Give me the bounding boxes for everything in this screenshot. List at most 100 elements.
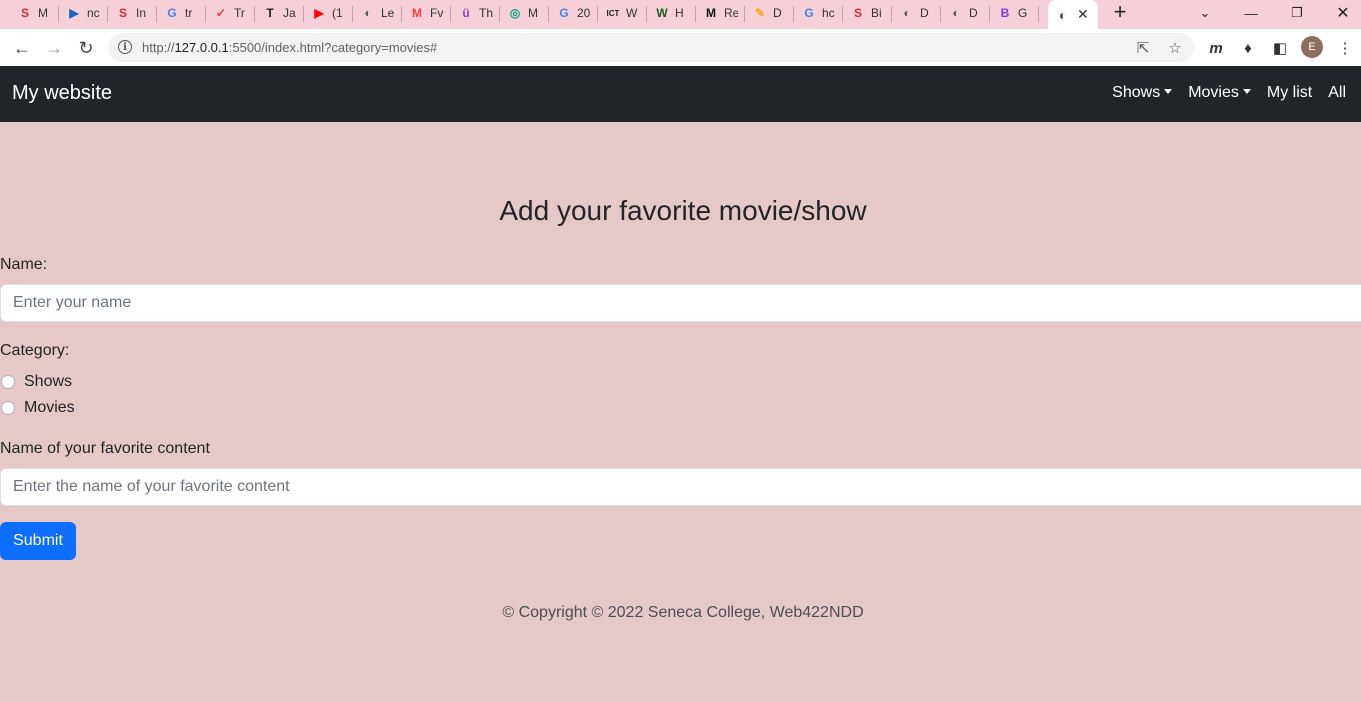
reload-icon[interactable]: ↻: [74, 36, 98, 60]
address-bar[interactable]: i http://127.0.0.1:5500/index.html?categ…: [108, 33, 1194, 62]
browser-tab[interactable]: ICT W: [598, 0, 647, 26]
nav-links: Shows Movies My list All: [1112, 84, 1346, 102]
site-info-icon[interactable]: i: [118, 40, 132, 54]
tab-title: (1: [332, 6, 343, 20]
browser-tab[interactable]: G 20: [549, 0, 598, 26]
tab-title: hc: [822, 6, 835, 20]
nav-movies-dropdown[interactable]: Movies: [1188, 84, 1251, 102]
tab-title: D: [920, 6, 929, 20]
tab-favicon-icon: T: [266, 6, 274, 20]
browser-toolbar: ← → ↻ i http://127.0.0.1:5500/index.html…: [0, 29, 1361, 66]
tab-favicon-icon: ✓: [215, 6, 227, 20]
browser-tab[interactable]: ▶ (1: [304, 0, 353, 26]
browser-tab[interactable]: WH: [647, 0, 696, 26]
browser-tab[interactable]: M Fv: [402, 0, 451, 26]
tab-favicon-icon: S: [118, 6, 127, 20]
close-tab-icon[interactable]: ✕: [1077, 6, 1089, 23]
tab-title: W: [626, 6, 638, 20]
tab-title: Re: [724, 6, 738, 20]
browser-tab[interactable]: ✓ Tr: [206, 0, 255, 26]
tab-title: Fv: [430, 6, 444, 20]
browser-tab[interactable]: ▶ nc: [59, 0, 108, 26]
globe-icon: ◐: [1058, 6, 1068, 23]
movies-radio-label[interactable]: Movies: [24, 399, 75, 417]
tab-title: nc: [87, 6, 100, 20]
tab-favicon-icon: M: [412, 6, 422, 20]
tab-title: In: [136, 6, 147, 20]
tab-favicon-icon: S: [853, 6, 862, 20]
tab-title: D: [969, 6, 978, 20]
tab-title: Th: [479, 6, 493, 20]
tab-favicon-icon: ◎: [509, 6, 521, 20]
tab-favicon-icon: W: [656, 6, 668, 20]
site-brand[interactable]: My website: [12, 82, 112, 105]
category-option-shows[interactable]: Shows: [0, 373, 72, 391]
tab-favicon-icon: G: [167, 6, 177, 20]
tab-favicon-icon: ▶: [69, 6, 79, 20]
browser-tab[interactable]: ü Th: [451, 0, 500, 26]
category-option-movies[interactable]: Movies: [0, 399, 75, 417]
movies-radio[interactable]: [1, 401, 15, 415]
close-window-icon[interactable]: ✕: [1320, 0, 1361, 26]
share-icon[interactable]: ⇱: [1134, 39, 1152, 57]
profile-avatar[interactable]: E: [1301, 36, 1323, 58]
tab-favicon-icon: ▶: [314, 6, 324, 20]
tab-favicon-icon: B: [1000, 6, 1010, 20]
browser-tab[interactable]: Gtr: [157, 0, 206, 26]
tab-title: Le: [381, 6, 395, 20]
tab-title: Ja: [283, 6, 296, 20]
browser-tab[interactable]: ◐ Le: [353, 0, 402, 26]
extension-m-icon[interactable]: m: [1206, 38, 1226, 58]
nav-all[interactable]: All: [1328, 84, 1346, 102]
content-input[interactable]: [0, 468, 1361, 506]
side-panel-icon[interactable]: ◧: [1270, 38, 1290, 58]
submit-button[interactable]: Submit: [0, 522, 76, 560]
browser-tab[interactable]: S Bi: [843, 0, 892, 26]
tab-favicon-icon: ✎: [754, 6, 766, 20]
minimize-icon[interactable]: —: [1228, 0, 1274, 26]
tab-active[interactable]: ◐ ✕: [1048, 0, 1098, 29]
shows-radio-label[interactable]: Shows: [24, 373, 72, 391]
tab-favicon-icon: M: [706, 6, 716, 20]
browser-tab[interactable]: ✎ D: [745, 0, 794, 26]
footer-copyright: © Copyright © 2022 Seneca College, Web42…: [502, 604, 864, 621]
bookmark-star-icon[interactable]: ☆: [1166, 39, 1184, 57]
browser-tab[interactable]: M Re: [696, 0, 745, 26]
shows-radio[interactable]: [1, 375, 15, 389]
tab-search-icon[interactable]: ⌄: [1182, 0, 1228, 26]
tab-favicon-icon: ◐: [903, 6, 911, 20]
tab-title: tr: [185, 6, 193, 20]
tab-favicon-icon: ICT: [606, 8, 620, 18]
browser-tab[interactable]: SM: [10, 0, 59, 26]
restore-icon[interactable]: ❐: [1274, 0, 1320, 26]
url-text[interactable]: http://127.0.0.1:5500/index.html?categor…: [142, 40, 437, 55]
tab-favicon-icon: ü: [462, 6, 470, 20]
browser-tab[interactable]: ◐ D: [892, 0, 941, 26]
forward-icon[interactable]: →: [42, 36, 66, 60]
browser-tab[interactable]: ◎ M: [500, 0, 549, 26]
new-tab-button[interactable]: +: [1109, 1, 1131, 23]
browser-tab[interactable]: ◐ D: [941, 0, 990, 26]
tab-favicon-icon: G: [559, 6, 569, 20]
browser-tab[interactable]: BG: [990, 0, 1039, 26]
tab-favicon-icon: S: [20, 6, 29, 20]
browser-tab[interactable]: T Ja: [255, 0, 304, 26]
back-icon[interactable]: ←: [10, 36, 34, 60]
site-navbar: My website Shows Movies My list All: [0, 66, 1361, 122]
tab-title: Tr: [234, 6, 245, 20]
tab-title: 20: [577, 6, 591, 20]
tab-favicon-icon: G: [804, 6, 814, 20]
content-label: Name of your favorite content: [0, 440, 210, 457]
tab-title: H: [675, 6, 684, 20]
name-input[interactable]: [0, 284, 1361, 322]
menu-kebab-icon[interactable]: ⋮: [1335, 38, 1355, 58]
nav-shows-dropdown[interactable]: Shows: [1112, 84, 1172, 102]
tab-separator: [1038, 6, 1039, 22]
browser-tab-strip: S M ▶ nc S In Gtr ✓ Tr T Ja ▶ (1 ◐ Le M Fv ü Th ◎ M G 20 ICT W W H…: [0, 0, 1361, 29]
category-label: Category:: [0, 342, 70, 359]
browser-tab[interactable]: S In: [108, 0, 157, 26]
nav-my-list[interactable]: My list: [1267, 84, 1312, 102]
browser-tab[interactable]: Ghc: [794, 0, 843, 26]
page-title: Add your favorite movie/show: [499, 195, 867, 226]
extensions-puzzle-icon[interactable]: ♦: [1238, 38, 1258, 58]
